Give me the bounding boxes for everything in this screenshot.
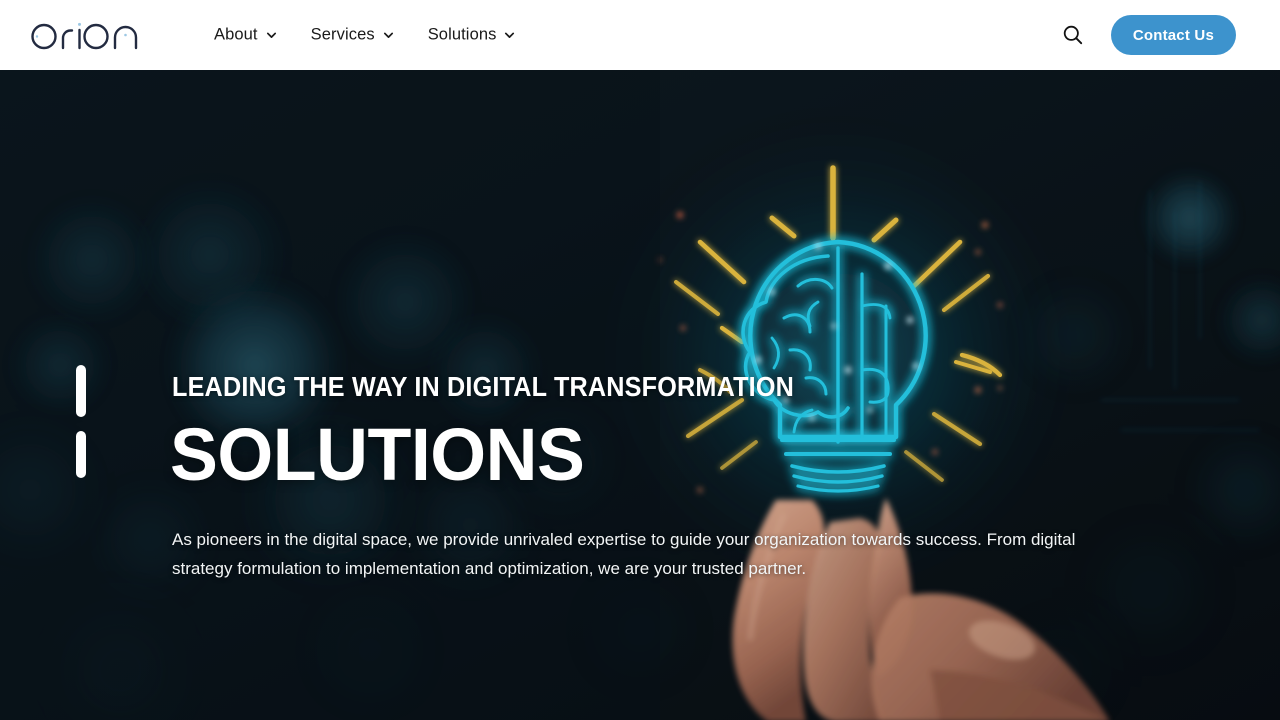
hero-eyebrow: LEADING THE WAY IN DIGITAL TRANSFORMATIO…	[172, 371, 794, 402]
contact-us-button[interactable]: Contact Us	[1110, 15, 1236, 55]
nav-item-about[interactable]: About	[214, 26, 277, 45]
chevron-down-icon	[266, 32, 276, 38]
site-header: About Services Solutions Contact Us	[0, 0, 1280, 70]
chevron-down-icon	[383, 32, 393, 38]
nav-item-label: About	[214, 25, 258, 44]
hero-content: LEADING THE WAY IN DIGITAL TRANSFORMATIO…	[0, 70, 1280, 720]
orion-logo-mark	[31, 22, 138, 50]
nav-item-label: Solutions	[427, 25, 497, 44]
chevron-down-icon	[505, 32, 515, 38]
main-navigation: About Services Solutions	[214, 26, 515, 45]
hero-section: LEADING THE WAY IN DIGITAL TRANSFORMATIO…	[0, 70, 1280, 720]
hero-headline: SOLUTIONS	[170, 413, 585, 496]
orion-logo[interactable]	[30, 18, 140, 52]
search-button[interactable]	[1060, 22, 1086, 48]
nav-item-label: Services	[310, 25, 375, 44]
accent-bar	[76, 365, 86, 417]
hero-paragraph: As pioneers in the digital space, we pro…	[172, 530, 1076, 578]
nav-item-services[interactable]: Services	[311, 26, 394, 45]
accent-bar	[76, 431, 86, 478]
search-icon	[1063, 25, 1082, 45]
nav-item-solutions[interactable]: Solutions	[428, 26, 516, 45]
accent-bars	[76, 365, 86, 478]
header-actions: Contact Us	[1060, 15, 1236, 55]
